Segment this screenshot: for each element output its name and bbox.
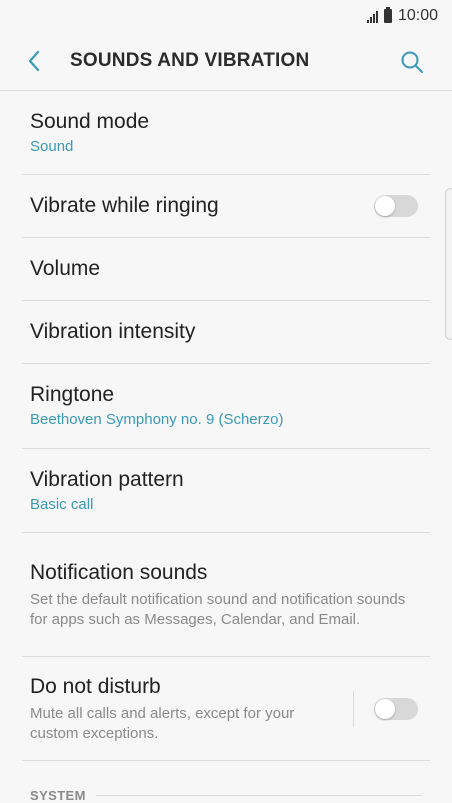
item-label: Sound mode bbox=[30, 109, 150, 133]
section-divider bbox=[95, 794, 422, 796]
item-label: Vibrate while ringing bbox=[30, 194, 219, 217]
item-description: Set the default notification sound and n… bbox=[30, 591, 406, 628]
item-label: Ringtone bbox=[30, 383, 115, 406]
status-bar: 10:00 bbox=[0, 0, 452, 32]
item-label: Notification sounds bbox=[30, 561, 208, 584]
search-button[interactable] bbox=[390, 40, 434, 84]
section-header-system: SYSTEM bbox=[22, 779, 430, 803]
signal-icon bbox=[366, 10, 378, 23]
sound-mode-item[interactable]: Sound mode Sound bbox=[22, 91, 430, 175]
volume-item[interactable]: Volume bbox=[22, 238, 430, 301]
section-title: SYSTEM bbox=[30, 787, 86, 803]
notification-sounds-item[interactable]: Notification sounds Set the default noti… bbox=[22, 533, 430, 657]
search-icon bbox=[401, 51, 423, 73]
settings-list: Sound mode Sound Vibrate while ringing V… bbox=[0, 91, 452, 803]
item-value: Beethoven Symphony no. 9 (Scherzo) bbox=[30, 411, 284, 428]
item-description: Mute all calls and alerts, except for yo… bbox=[30, 705, 295, 742]
back-arrow-icon bbox=[28, 50, 40, 72]
vibrate-while-ringing-toggle[interactable] bbox=[374, 195, 418, 217]
vibration-intensity-item[interactable]: Vibration intensity bbox=[22, 301, 430, 364]
do-not-disturb-toggle[interactable] bbox=[374, 697, 418, 720]
toggle-knob bbox=[375, 196, 395, 216]
vertical-divider bbox=[353, 690, 354, 727]
scrollbar[interactable] bbox=[445, 188, 452, 340]
vibrate-while-ringing-item[interactable]: Vibrate while ringing bbox=[22, 175, 430, 238]
item-label: Vibration intensity bbox=[30, 320, 196, 343]
back-button[interactable] bbox=[8, 32, 60, 90]
item-label: Volume bbox=[30, 257, 101, 280]
item-value: Sound bbox=[30, 137, 74, 155]
screen: 10:00 SOUNDS AND VIBRATION Sound mode So… bbox=[0, 0, 452, 803]
battery-icon bbox=[383, 7, 392, 23]
toggle-knob bbox=[375, 698, 395, 719]
ringtone-item[interactable]: Ringtone Beethoven Symphony no. 9 (Scher… bbox=[22, 364, 430, 449]
do-not-disturb-item[interactable]: Do not disturb Mute all calls and alerts… bbox=[22, 657, 430, 761]
item-value: Basic call bbox=[30, 495, 94, 513]
vibration-pattern-item[interactable]: Vibration pattern Basic call bbox=[22, 449, 430, 533]
item-label: Vibration pattern bbox=[30, 467, 184, 491]
app-bar: SOUNDS AND VIBRATION bbox=[0, 32, 452, 90]
status-time: 10:00 bbox=[397, 7, 438, 24]
item-label: Do not disturb bbox=[30, 675, 161, 698]
page-title: SOUNDS AND VIBRATION bbox=[70, 50, 310, 71]
